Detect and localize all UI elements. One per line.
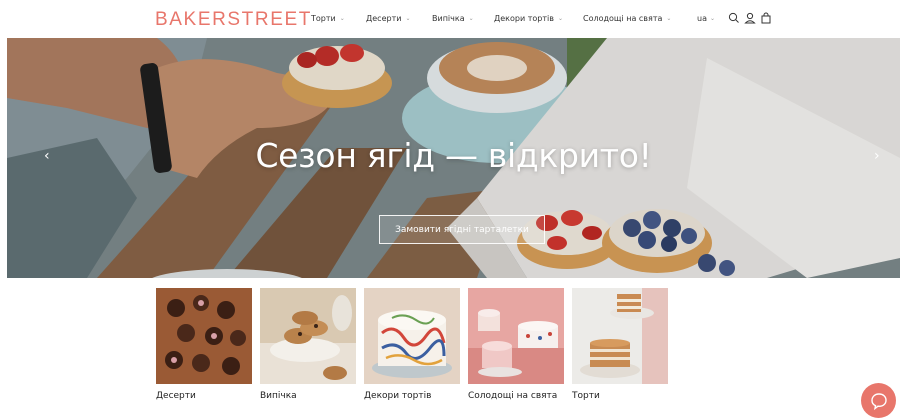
language-selector[interactable]: ua ⌄ bbox=[697, 14, 715, 23]
language-label: ua bbox=[697, 14, 707, 23]
bag-icon[interactable] bbox=[760, 12, 772, 24]
category-pastry[interactable]: Випічка bbox=[260, 288, 356, 401]
category-cake-decor[interactable]: Декори тортів bbox=[364, 288, 460, 401]
category-image bbox=[260, 288, 356, 384]
nav-item-label: Десерти bbox=[366, 14, 402, 23]
category-list: Десерти Випічка Декори тортів Солодощі н… bbox=[156, 288, 676, 401]
nav-item-label: Декори тортів bbox=[494, 14, 554, 23]
logo[interactable]: BAKERSTREET bbox=[155, 9, 312, 31]
nav-item-label: Солодощі на свята bbox=[583, 14, 663, 23]
chevron-down-icon: ⌄ bbox=[468, 15, 474, 22]
category-label: Десерти bbox=[156, 391, 196, 401]
nav-item-holiday-sweets[interactable]: Солодощі на свята ⌄ bbox=[583, 14, 683, 23]
user-icon[interactable] bbox=[744, 12, 756, 24]
nav-item-pastry[interactable]: Випічка ⌄ bbox=[432, 14, 494, 23]
category-label: Випічка bbox=[260, 391, 297, 401]
nav-item-label: Торти bbox=[311, 14, 336, 23]
chevron-right-icon[interactable]: › bbox=[874, 148, 880, 164]
category-label: Торти bbox=[572, 391, 600, 401]
search-icon[interactable] bbox=[728, 12, 740, 24]
nav-item-desserts[interactable]: Десерти ⌄ bbox=[366, 14, 432, 23]
main-nav: Торти ⌄ Десерти ⌄ Випічка ⌄ Декори тортів ⌄ … bbox=[311, 14, 683, 23]
category-label: Декори тортів bbox=[364, 391, 432, 401]
category-label: Солодощі на свята bbox=[468, 391, 558, 401]
category-image bbox=[156, 288, 252, 384]
order-berry-tarts-button[interactable]: Замовити ягідні тарталетки bbox=[379, 215, 545, 244]
category-holiday-sweets[interactable]: Солодощі на свята bbox=[468, 288, 564, 401]
chevron-down-icon: ⌄ bbox=[339, 15, 345, 22]
category-cakes[interactable]: Торти bbox=[572, 288, 668, 401]
nav-item-cake-decor[interactable]: Декори тортів ⌄ bbox=[494, 14, 583, 23]
hero-banner: Сезон ягід — відкрито! Замовити ягідні т… bbox=[7, 38, 900, 278]
hero-title: Сезон ягід — відкрито! bbox=[255, 136, 652, 175]
chevron-down-icon: ⌄ bbox=[405, 15, 411, 22]
category-desserts[interactable]: Десерти bbox=[156, 288, 252, 401]
chevron-down-icon: ⌄ bbox=[666, 15, 672, 22]
category-image bbox=[468, 288, 564, 384]
chevron-left-icon[interactable]: ‹ bbox=[44, 148, 50, 164]
site-header: BAKERSTREET Торти ⌄ Десерти ⌄ Випічка ⌄ Дек… bbox=[0, 0, 902, 38]
nav-item-label: Випічка bbox=[432, 14, 465, 23]
category-image bbox=[572, 288, 668, 384]
chevron-down-icon: ⌄ bbox=[709, 15, 716, 22]
category-image bbox=[364, 288, 460, 384]
chevron-down-icon: ⌄ bbox=[557, 15, 563, 22]
chat-icon bbox=[870, 392, 887, 410]
nav-item-cakes[interactable]: Торти ⌄ bbox=[311, 14, 366, 23]
chat-button[interactable] bbox=[861, 383, 896, 418]
